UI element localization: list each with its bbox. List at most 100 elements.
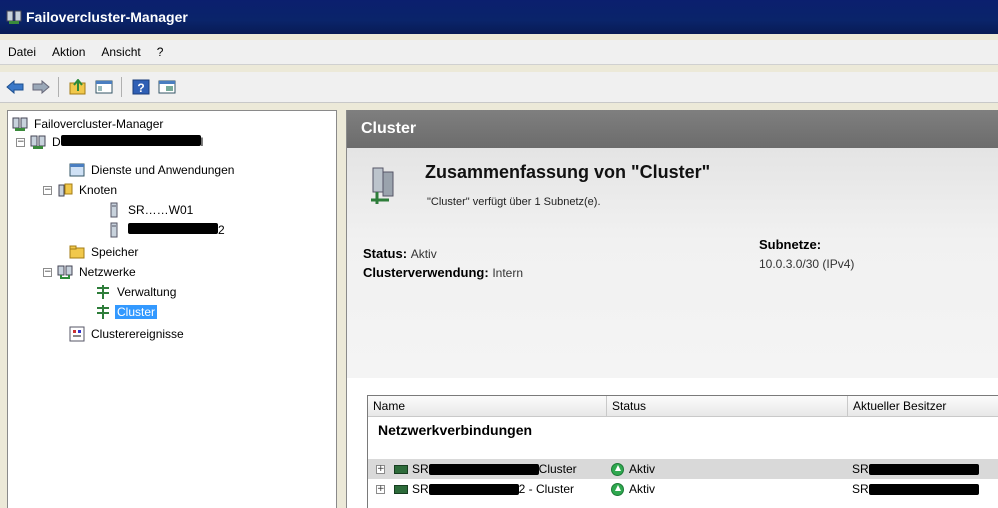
status-field: Status: Aktiv: [363, 246, 437, 261]
tree-networks-label: Netzwerke: [79, 265, 136, 279]
expand-icon[interactable]: +: [376, 464, 385, 474]
tree-nodes-label: Knoten: [79, 183, 118, 197]
summary-title: Zusammenfassung von "Cluster": [425, 162, 711, 182]
cluster-icon: [30, 135, 46, 149]
menu-aktion[interactable]: Aktion: [44, 45, 93, 59]
tree-network-cluster[interactable]: Cluster: [95, 303, 158, 321]
cluster-network-icon: [371, 167, 394, 204]
status-up-icon: [611, 462, 624, 476]
collapse-icon[interactable]: −: [43, 185, 52, 195]
row-name-prefix: SR: [412, 462, 429, 476]
redaction: [128, 223, 218, 234]
subnets-label: Subnetze:: [759, 237, 821, 252]
collapse-icon[interactable]: −: [43, 267, 52, 277]
group-title: Netzwerkverbindungen: [378, 422, 533, 438]
redaction: [868, 463, 979, 475]
tree-services-label: Dienste und Anwendungen: [91, 163, 235, 177]
row-owner-prefix: SR: [852, 482, 869, 496]
server-icon: [110, 222, 118, 238]
tree-storage[interactable]: Speicher: [69, 243, 140, 261]
column-status[interactable]: Status: [607, 396, 848, 416]
window-title: Failovercluster-Manager: [26, 9, 188, 25]
forward-button[interactable]: [30, 77, 52, 97]
network-adapter-icon: [394, 484, 408, 494]
cluster-manager-icon: [6, 10, 22, 24]
table-row[interactable]: + SR Cluster Aktiv SR: [368, 459, 998, 479]
name-cell: + SR Cluster: [368, 462, 607, 476]
server-icon: [110, 202, 118, 218]
show-hide-tree-button[interactable]: [93, 77, 115, 97]
subnets-value-text: 10.0.3.0/30 (IPv4): [759, 257, 855, 271]
services-icon: [69, 163, 85, 177]
status-cell: Aktiv: [607, 482, 848, 496]
row-status: Aktiv: [629, 482, 656, 496]
network-connections-table: Name Status Aktueller Besitzer Netzwerkv…: [367, 395, 998, 508]
redaction: [428, 483, 519, 495]
events-icon: [69, 326, 85, 342]
svg-text:?: ?: [137, 81, 144, 95]
status-cell: Aktiv: [607, 462, 848, 476]
menu-datei[interactable]: Datei: [0, 45, 44, 59]
results-pane: Cluster Zusammenfassung von "Cluster" "C…: [346, 110, 998, 508]
column-name[interactable]: Name: [368, 396, 607, 416]
tree-root-label: Failovercluster-Manager: [34, 117, 164, 131]
tree-nodes[interactable]: − Knoten: [43, 181, 119, 199]
toolbar: ?: [0, 72, 998, 103]
networks-icon: [57, 265, 73, 279]
help-button[interactable]: ?: [130, 77, 152, 97]
tree-services[interactable]: Dienste und Anwendungen: [69, 161, 236, 179]
usage-value: Intern: [492, 266, 523, 280]
cluster-name-suffix: l: [200, 135, 204, 149]
row-name-prefix: SR: [412, 482, 429, 496]
properties-button[interactable]: [156, 77, 178, 97]
owner-cell: SR: [848, 462, 998, 476]
back-icon: [6, 80, 24, 94]
tree-root[interactable]: Failovercluster-Manager: [12, 115, 165, 133]
network-icon: [97, 285, 109, 299]
tree-cluster[interactable]: − Dl: [16, 133, 205, 151]
forward-icon: [32, 80, 50, 94]
table-row[interactable]: + SR 2 - Cluster Aktiv SR: [368, 479, 998, 499]
redaction: [868, 483, 979, 495]
menu-help[interactable]: ?: [149, 45, 172, 59]
owner-cell: SR: [848, 482, 998, 496]
tree-node-2[interactable]: 2: [106, 221, 227, 239]
status-up-icon: [611, 482, 624, 496]
title-bar: Failovercluster-Manager: [0, 0, 998, 34]
tree-node-1-label: SR……W01: [128, 203, 194, 217]
tree-events[interactable]: Clusterereignisse: [69, 325, 186, 343]
tree-network-admin[interactable]: Verwaltung: [95, 283, 178, 301]
up-folder-icon: [69, 79, 86, 95]
tree-networks[interactable]: − Netzwerke: [43, 263, 138, 281]
node2-suffix: 2: [218, 223, 225, 237]
status-label: Status:: [363, 246, 408, 261]
toolbar-separator: [58, 77, 59, 97]
summary-section: Zusammenfassung von "Cluster" "Cluster" …: [347, 148, 998, 378]
show-hide-tree-icon: [95, 80, 113, 94]
usage-field: Clusterverwendung: Intern: [363, 265, 523, 280]
tree-network-admin-label: Verwaltung: [117, 285, 177, 299]
tree-node-2-label: 2: [126, 223, 227, 237]
back-button[interactable]: [4, 77, 26, 97]
subnets-value: 10.0.3.0/30 (IPv4): [759, 256, 854, 271]
expand-icon[interactable]: +: [376, 484, 385, 494]
toolbar-separator: [121, 77, 122, 97]
row-name-suffix: 2 - Cluster: [518, 482, 575, 496]
nodes-icon: [58, 183, 73, 197]
pane-header: Cluster: [347, 110, 998, 148]
summary-subtitle: "Cluster" verfügt über 1 Subnetz(e).: [427, 196, 601, 208]
menu-ansicht[interactable]: Ansicht: [93, 45, 148, 59]
tree-network-cluster-label: Cluster: [115, 305, 158, 319]
properties-icon: [158, 80, 176, 94]
tree-node-1[interactable]: SR……W01: [106, 201, 195, 219]
storage-icon: [69, 245, 85, 259]
column-owner[interactable]: Aktueller Besitzer: [848, 396, 998, 416]
cluster-manager-icon: [12, 117, 28, 131]
row-owner-prefix: SR: [852, 462, 869, 476]
redaction: [428, 463, 539, 475]
cluster-name-prefix: D: [52, 135, 61, 149]
row-name-suffix: Cluster: [538, 462, 577, 476]
up-folder-button[interactable]: [67, 77, 89, 97]
subnets-label-text: Subnetze:: [759, 237, 822, 252]
collapse-icon[interactable]: −: [16, 137, 25, 147]
